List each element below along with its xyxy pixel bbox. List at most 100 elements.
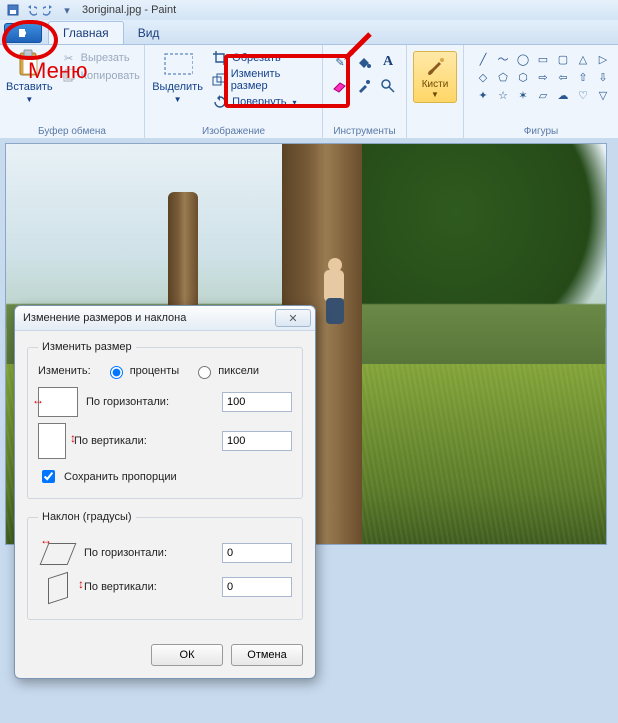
curve-icon[interactable]: 〜 xyxy=(494,51,512,67)
cloud-icon[interactable]: ☁ xyxy=(554,87,572,103)
skew-legend: Наклон (градусы) xyxy=(38,511,136,523)
resize-skew-dialog: Изменение размеров и наклона ✕ Изменить … xyxy=(14,305,316,679)
resize-legend: Изменить размер xyxy=(38,341,136,353)
oval-icon[interactable]: ◯ xyxy=(514,51,532,67)
eraser-icon[interactable] xyxy=(329,75,351,97)
paint-window: ▾ 3original.jpg - Paint Главная Вид Вста… xyxy=(0,0,618,723)
close-icon: ✕ xyxy=(288,312,297,325)
pencil-icon[interactable]: ✎ xyxy=(329,51,351,73)
keep-aspect-label: Сохранить пропорции xyxy=(64,471,177,483)
crop-label: Обрезать xyxy=(232,52,281,64)
crop-icon xyxy=(212,50,228,66)
arrow-right-icon[interactable]: ⇨ xyxy=(534,69,552,85)
by-label: Изменить: xyxy=(38,365,91,377)
dialog-titlebar[interactable]: Изменение размеров и наклона ✕ xyxy=(15,306,315,331)
skew-h-label: По горизонтали: xyxy=(84,547,214,559)
text-icon[interactable]: A xyxy=(377,51,399,73)
skew-h-icon: ↔ xyxy=(38,539,76,567)
resize-vertical-input[interactable] xyxy=(222,431,292,451)
heart-icon[interactable]: ♡ xyxy=(574,87,592,103)
save-icon[interactable] xyxy=(6,3,20,17)
keep-aspect-checkbox[interactable] xyxy=(42,470,55,483)
percent-radio-label: проценты xyxy=(130,365,180,377)
copy-icon xyxy=(61,68,77,84)
chevron-down-icon: ▼ xyxy=(174,95,182,104)
group-shapes-label: Фигуры xyxy=(470,124,612,139)
triangle-icon[interactable]: ▷ xyxy=(594,51,612,67)
arrow-down-icon[interactable]: ⇩ xyxy=(594,69,612,85)
skew-fieldset: Наклон (градусы) ↔ По горизонтали: ↕ По … xyxy=(27,511,303,620)
ok-button[interactable]: ОК xyxy=(151,644,223,666)
group-tools: ✎ A Инструменты xyxy=(323,45,407,139)
cut-button[interactable]: ✂ Вырезать xyxy=(57,49,144,67)
selection-icon xyxy=(163,49,193,79)
arrow-left-icon[interactable]: ⇦ xyxy=(554,69,572,85)
group-brushes: Кисти ▼ xyxy=(407,45,464,139)
star4-icon[interactable]: ✦ xyxy=(474,87,492,103)
percent-radio-input[interactable] xyxy=(110,366,123,379)
scissors-icon: ✂ xyxy=(61,50,77,66)
select-button[interactable]: Выделить ▼ xyxy=(151,47,204,104)
paste-button[interactable]: Вставить ▼ xyxy=(6,47,53,104)
crop-button[interactable]: Обрезать xyxy=(208,49,316,67)
cut-label: Вырезать xyxy=(81,52,130,64)
hexagon-icon[interactable]: ⬡ xyxy=(514,69,532,85)
tab-view[interactable]: Вид xyxy=(124,22,174,44)
rotate-icon xyxy=(212,94,228,110)
pentagon-icon[interactable]: ⬠ xyxy=(494,69,512,85)
lightning-icon[interactable]: ▽ xyxy=(594,87,612,103)
shapes-gallery[interactable]: ╱ 〜 ◯ ▭ ▢ △ ▷ ◇ ⬠ ⬡ ⇨ ⇦ ⇧ ⇩ ✦ ☆ ✶ ▱ ☁ ♡ xyxy=(470,47,612,103)
fill-icon[interactable] xyxy=(353,51,375,73)
star5-icon[interactable]: ☆ xyxy=(494,87,512,103)
skew-v-label: По вертикали: xyxy=(84,581,214,593)
chevron-down-icon: ▼ xyxy=(25,95,33,104)
brushes-button[interactable]: Кисти ▼ xyxy=(413,51,457,103)
undo-icon[interactable] xyxy=(24,3,38,17)
paste-label: Вставить xyxy=(6,81,53,93)
cancel-button[interactable]: Отмена xyxy=(231,644,303,666)
brushes-label: Кисти xyxy=(422,79,449,90)
group-image-label: Изображение xyxy=(151,124,316,139)
copy-button[interactable]: Копировать xyxy=(57,67,144,85)
clipboard-icon xyxy=(14,49,44,79)
ribbon: Вставить ▼ ✂ Вырезать Копировать Буфер о… xyxy=(0,44,618,140)
line-icon[interactable]: ╱ xyxy=(474,51,492,67)
skew-vertical-input[interactable] xyxy=(222,577,292,597)
brush-icon xyxy=(423,55,447,79)
star6-icon[interactable]: ✶ xyxy=(514,87,532,103)
file-menu-button[interactable] xyxy=(4,23,42,43)
window-title: 3original.jpg - Paint xyxy=(82,4,176,16)
diamond-icon[interactable]: ◇ xyxy=(474,69,492,85)
rotate-button[interactable]: Повернуть ▾ xyxy=(208,93,316,111)
pixels-radio[interactable]: пиксели xyxy=(193,363,259,379)
percent-radio[interactable]: проценты xyxy=(105,363,180,379)
ribbon-tabs: Главная Вид xyxy=(0,20,618,44)
pixels-radio-label: пиксели xyxy=(218,365,259,377)
vertical-icon: ↕ xyxy=(38,423,66,459)
resize-fieldset: Изменить размер Изменить: проценты пиксе… xyxy=(27,341,303,499)
close-button[interactable]: ✕ xyxy=(275,309,311,327)
redo-icon[interactable] xyxy=(42,3,56,17)
magnifier-icon[interactable] xyxy=(377,75,399,97)
rect-icon[interactable]: ▭ xyxy=(534,51,552,67)
chevron-down-icon: ▾ xyxy=(293,98,297,107)
vert-label: По вертикали: xyxy=(74,435,214,447)
qat-dropdown-icon[interactable]: ▾ xyxy=(60,3,74,17)
skew-v-icon: ↕ xyxy=(38,573,76,601)
select-label: Выделить xyxy=(152,81,203,93)
tab-home[interactable]: Главная xyxy=(48,21,124,44)
resize-horizontal-input[interactable] xyxy=(222,392,292,412)
pixels-radio-input[interactable] xyxy=(198,366,211,379)
eyedropper-icon[interactable] xyxy=(353,75,375,97)
callout-icon[interactable]: ▱ xyxy=(534,87,552,103)
skew-horizontal-input[interactable] xyxy=(222,543,292,563)
group-clipboard: Вставить ▼ ✂ Вырезать Копировать Буфер о… xyxy=(0,45,145,139)
resize-button[interactable]: Изменить размер xyxy=(208,67,316,93)
horiz-label: По горизонтали: xyxy=(86,396,214,408)
arrow-up-icon[interactable]: ⇧ xyxy=(574,69,592,85)
group-image: Выделить ▼ Обрезать Изменить размер Пове… xyxy=(145,45,323,139)
roundrect-icon[interactable]: ▢ xyxy=(554,51,572,67)
group-tools-label: Инструменты xyxy=(329,124,400,139)
resize-label: Изменить размер xyxy=(231,68,312,92)
polygon-icon[interactable]: △ xyxy=(574,51,592,67)
